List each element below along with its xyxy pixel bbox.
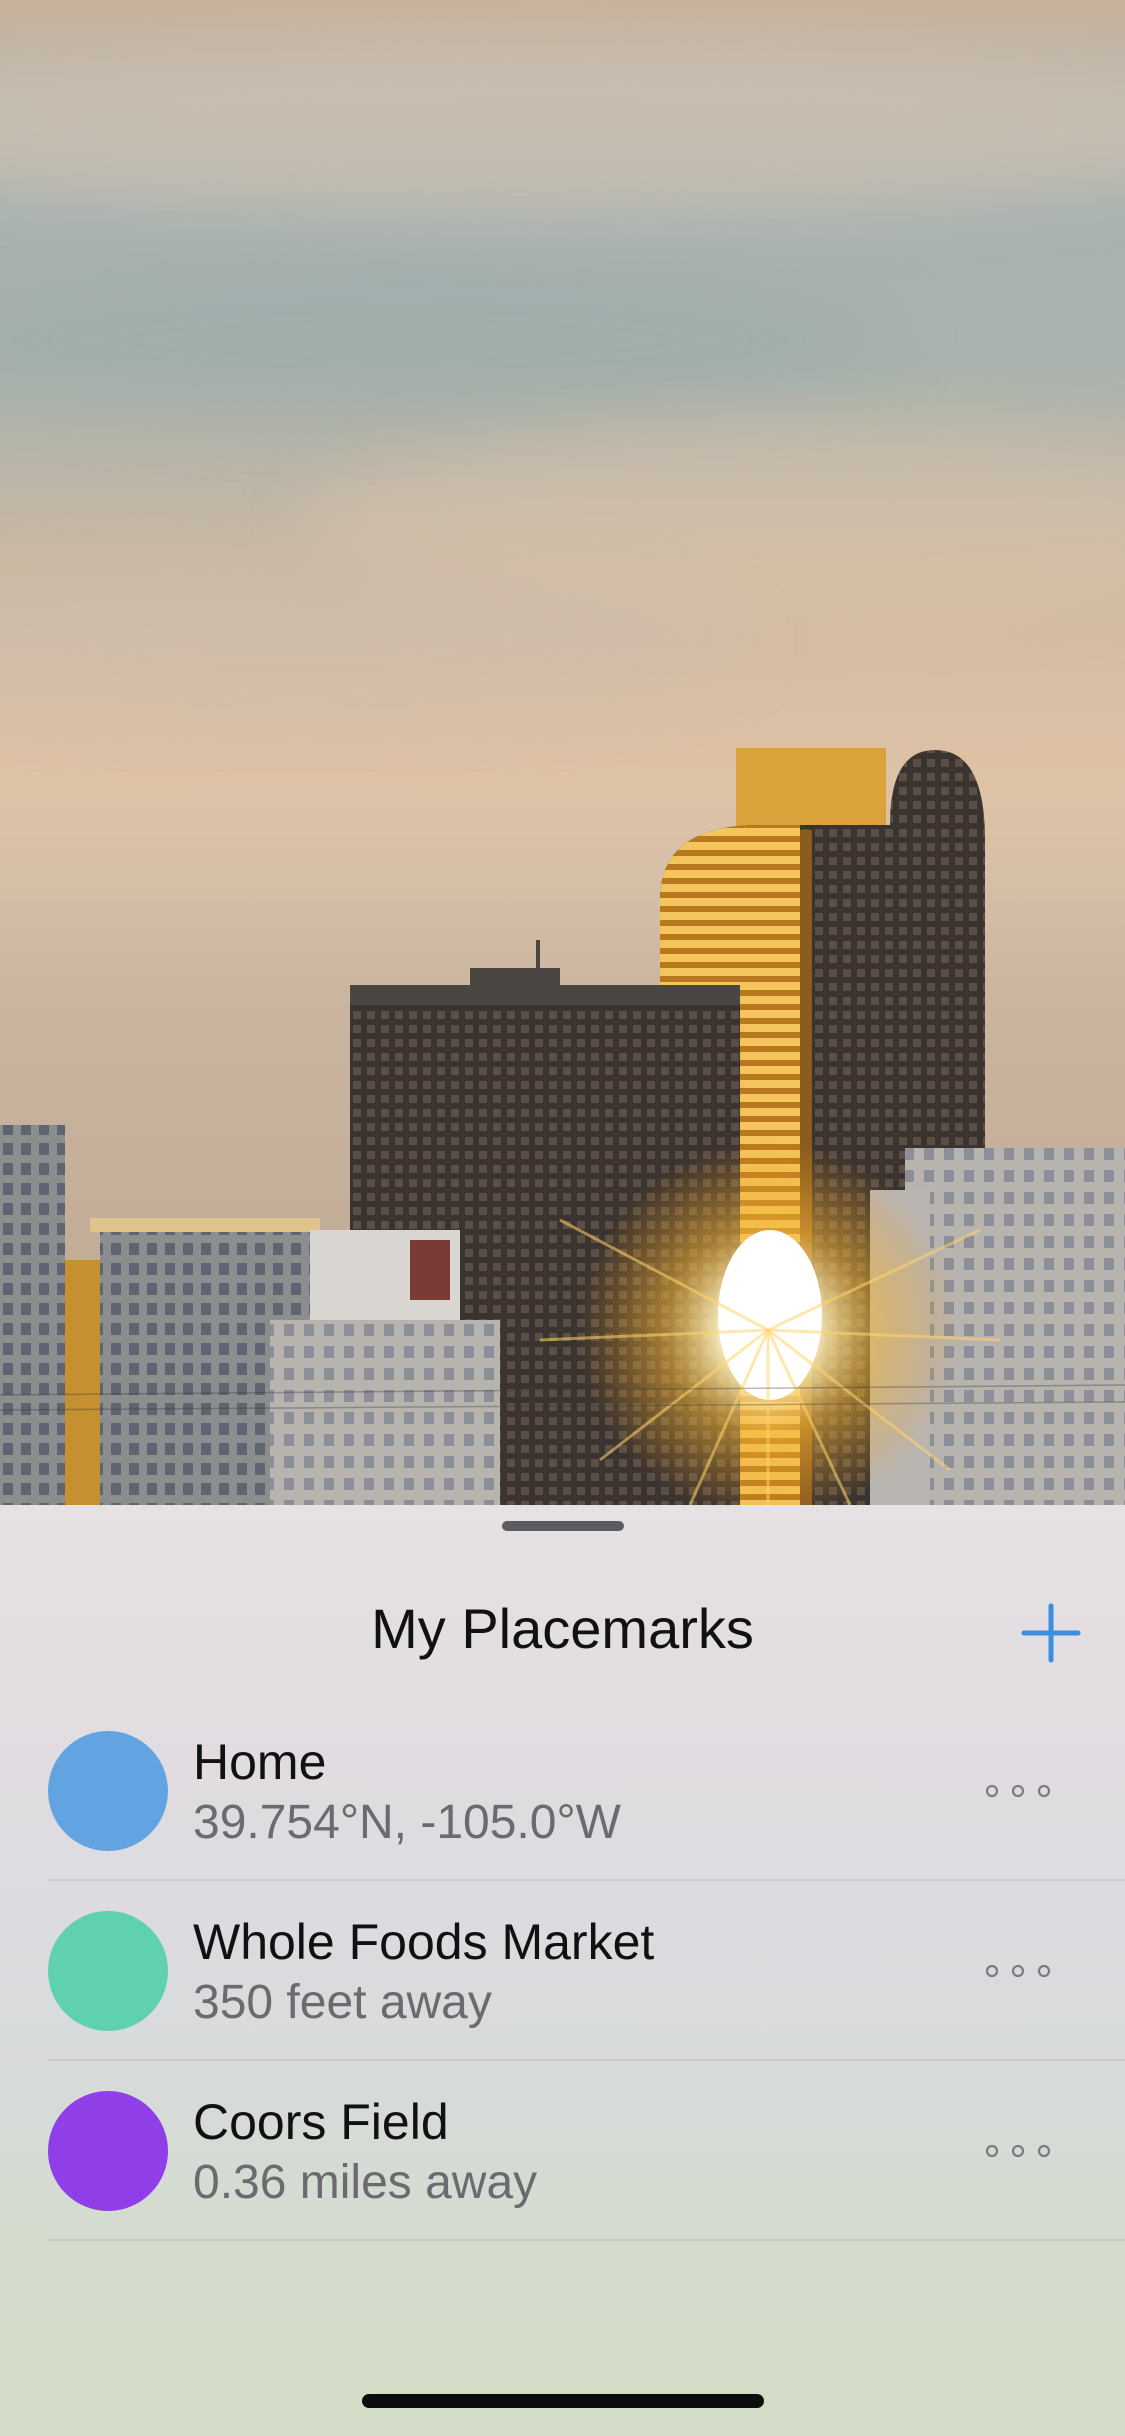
- placemarks-sheet: My Placemarks Home 39.754°N, -105.0°W Wh…: [0, 1505, 1125, 2436]
- placemark-detail: 350 feet away: [193, 1976, 492, 2029]
- add-placemark-button[interactable]: [1016, 1598, 1086, 1668]
- placemark-detail: 39.754°N, -105.0°W: [193, 1796, 621, 1849]
- placemark-name: Whole Foods Market: [193, 1914, 655, 1970]
- placemark-color-dot: [48, 2091, 168, 2211]
- more-options-button[interactable]: [980, 1767, 1056, 1815]
- placemark-row-home[interactable]: Home 39.754°N, -105.0°W: [0, 1701, 1125, 1881]
- placemark-row-whole-foods[interactable]: Whole Foods Market 350 feet away: [0, 1881, 1125, 2061]
- placemark-color-dot: [48, 1731, 168, 1851]
- placemark-name: Home: [193, 1734, 327, 1790]
- skyline-illustration: [0, 748, 1125, 1505]
- plus-icon: [1021, 1603, 1081, 1663]
- more-horizontal-icon: [985, 1964, 1051, 1978]
- more-options-button[interactable]: [980, 1947, 1056, 1995]
- hero-image: [0, 0, 1125, 1505]
- placemark-name: Coors Field: [193, 2094, 449, 2150]
- placemark-row-coors-field[interactable]: Coors Field 0.36 miles away: [0, 2061, 1125, 2241]
- more-options-button[interactable]: [980, 2127, 1056, 2175]
- placemark-detail: 0.36 miles away: [193, 2156, 538, 2209]
- more-horizontal-icon: [985, 2144, 1051, 2158]
- more-horizontal-icon: [985, 1784, 1051, 1798]
- placemark-list: Home 39.754°N, -105.0°W Whole Foods Mark…: [0, 1701, 1125, 2241]
- placemark-color-dot: [48, 1911, 168, 2031]
- row-divider: [48, 2239, 1125, 2241]
- sheet-grabber-handle[interactable]: [502, 1521, 624, 1531]
- home-indicator[interactable]: [362, 2394, 764, 2408]
- app-screen: My Placemarks Home 39.754°N, -105.0°W Wh…: [0, 0, 1125, 2436]
- sheet-title: My Placemarks: [371, 1597, 754, 1660]
